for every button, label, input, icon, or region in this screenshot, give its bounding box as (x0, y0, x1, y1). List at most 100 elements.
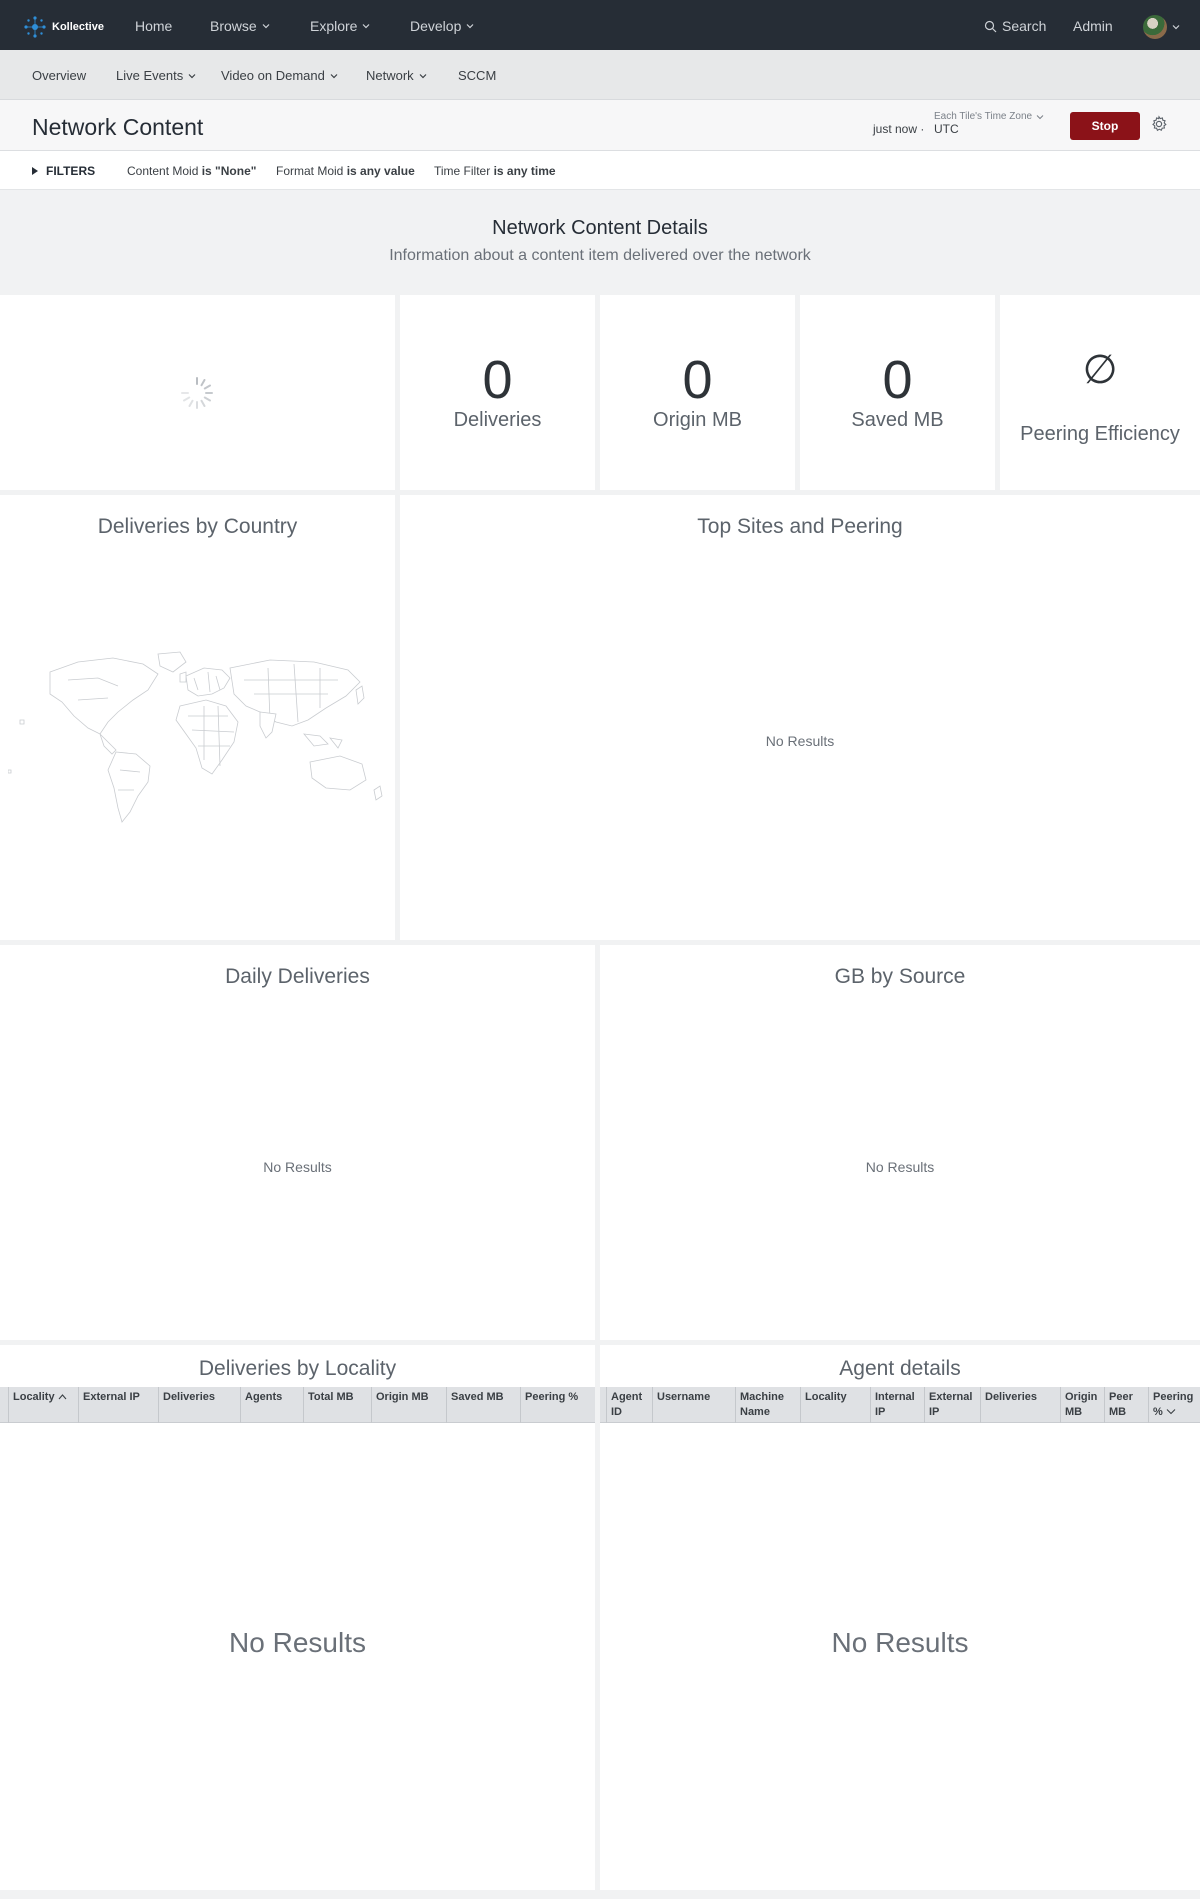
continent-central-america (99, 733, 117, 755)
deliveries-by-country-tile: Deliveries by Country (0, 495, 395, 940)
tile-title: GB by Source (834, 965, 966, 988)
column-header-locality[interactable]: Locality (8, 1387, 78, 1423)
column-header-machine-name[interactable]: Machine Name (735, 1387, 800, 1423)
subnav-network-label: Network (366, 68, 414, 83)
kpi-origin-mb-value: 0 (682, 350, 713, 410)
country-uk (179, 671, 187, 683)
chevron-down-icon[interactable] (1172, 23, 1180, 31)
column-header-saved-mb[interactable]: Saved MB (446, 1387, 520, 1423)
topnav-home[interactable]: Home (135, 18, 172, 34)
gear-icon[interactable] (1150, 115, 1168, 133)
country-new-zealand (373, 785, 383, 801)
continent-australia (309, 755, 367, 791)
column-label: Agents (245, 1391, 283, 1403)
subnav-overview[interactable]: Overview (32, 68, 86, 83)
gb-by-source-tile: GB by Source No Results (600, 945, 1200, 1340)
kpi-saved-mb: 0 Saved MB (800, 295, 995, 490)
filters-toggle[interactable]: FILTERS (32, 164, 95, 178)
search-button[interactable]: Search (984, 18, 1046, 34)
column-label: Agent ID (611, 1391, 643, 1418)
column-header-external-ip[interactable]: External IP (924, 1387, 980, 1423)
top-nav: Kollective Home Browse Explore Develop S… (0, 0, 1200, 50)
top-sites-tile: Top Sites and Peering No Results (400, 495, 1200, 940)
column-header-agents[interactable]: Agents (240, 1387, 303, 1423)
column-label: Peer MB (1109, 1391, 1133, 1418)
avatar[interactable] (1143, 15, 1167, 39)
chevron-down-icon (419, 73, 427, 78)
topnav-explore-label: Explore (310, 18, 358, 34)
column-header-deliveries[interactable]: Deliveries (158, 1387, 240, 1423)
column-label: Deliveries (985, 1391, 1037, 1403)
column-label: Locality (805, 1391, 847, 1403)
filter-format-moid[interactable]: Format Moid is any value (276, 164, 415, 178)
column-header-external-ip[interactable]: External IP (78, 1387, 158, 1423)
islands (8, 719, 25, 774)
filters-bar: FILTERS Content Moid is "None" Format Mo… (0, 151, 1200, 190)
filter-field: Time Filter (434, 164, 491, 178)
tile-title: Agent details (839, 1357, 961, 1380)
kollective-logo[interactable]: Kollective (22, 14, 104, 40)
column-label: Locality (13, 1391, 55, 1403)
topnav-browse[interactable]: Browse (210, 18, 270, 34)
tile-title: Deliveries by Locality (198, 1357, 397, 1380)
no-results: No Results (229, 1627, 366, 1658)
filters-label: FILTERS (46, 164, 96, 178)
loading-spinner-icon (181, 377, 213, 409)
no-results: No Results (831, 1627, 969, 1658)
continent-south-america (107, 751, 151, 823)
last-updated-text: just now (873, 122, 918, 136)
column-header-username[interactable]: Username (652, 1387, 735, 1423)
column-header-peering[interactable]: Peering % (1148, 1387, 1200, 1423)
dashboard-title: Network Content Details (492, 217, 708, 239)
subnav-vod-label: Video on Demand (221, 68, 325, 83)
chevron-down-icon (466, 24, 474, 29)
tile-title: Daily Deliveries (225, 965, 370, 988)
column-header-peering[interactable]: Peering % (520, 1387, 595, 1423)
stop-button[interactable]: Stop (1070, 112, 1140, 140)
last-updated: just now · (873, 122, 925, 136)
deliveries-by-locality-tile: Deliveries by Locality Locality External… (0, 1345, 595, 1890)
column-header-origin-mb[interactable]: Origin MB (371, 1387, 446, 1423)
no-results: No Results (263, 1159, 332, 1175)
continent-africa (175, 699, 239, 775)
column-header-peer-mb[interactable]: Peer MB (1104, 1387, 1148, 1423)
column-header-locality[interactable]: Locality (800, 1387, 870, 1423)
timezone-selector[interactable]: Each Tile's Time Zone (934, 111, 1044, 122)
column-label: Deliveries (163, 1391, 215, 1403)
column-header-agent-id[interactable]: Agent ID (606, 1387, 652, 1423)
filter-time[interactable]: Time Filter is any time (434, 164, 556, 178)
admin-link[interactable]: Admin (1073, 18, 1113, 34)
filter-condition: is any time (493, 164, 556, 178)
agent-details-tile: Agent details Agent ID Username Machine … (600, 1345, 1200, 1890)
subnav-overview-label: Overview (32, 68, 87, 83)
world-map[interactable] (8, 650, 388, 825)
kpi-peering-efficiency: ∅ Peering Efficiency (1000, 295, 1200, 490)
column-label: Saved MB (451, 1391, 504, 1403)
topnav-develop[interactable]: Develop (410, 18, 474, 34)
subnav-sccm[interactable]: SCCM (458, 68, 496, 83)
dashboard-header: Network Content Each Tile's Time Zone ju… (0, 100, 1200, 151)
table-header: Locality External IP Deliveries Agents T… (0, 1387, 595, 1423)
filter-content-moid[interactable]: Content Moid is "None" (127, 164, 256, 178)
column-header-origin-mb[interactable]: Origin MB (1060, 1387, 1104, 1423)
column-header-deliveries[interactable]: Deliveries (980, 1387, 1060, 1423)
subnav-live-events[interactable]: Live Events (116, 68, 196, 83)
subnav-video-on-demand[interactable]: Video on Demand (221, 68, 338, 83)
continent-greenland (157, 651, 187, 673)
column-header-internal-ip[interactable]: Internal IP (870, 1387, 924, 1423)
loading-tile (0, 295, 395, 490)
filter-condition: is "None" (201, 164, 257, 178)
column-label: External IP (929, 1391, 973, 1418)
column-header-total-mb[interactable]: Total MB (303, 1387, 371, 1423)
country-japan (355, 685, 365, 705)
chevron-down-icon (363, 24, 370, 29)
kpi-deliveries-label: Deliveries (453, 409, 542, 431)
search-icon (984, 20, 997, 32)
tile-title: Top Sites and Peering (697, 515, 903, 538)
column-label: Machine Name (740, 1391, 785, 1418)
topnav-explore[interactable]: Explore (310, 18, 370, 34)
subnav-network[interactable]: Network (366, 68, 427, 83)
continent-asia (229, 659, 361, 727)
chevron-down-icon (330, 73, 338, 78)
filter-field: Format Moid (276, 164, 344, 178)
